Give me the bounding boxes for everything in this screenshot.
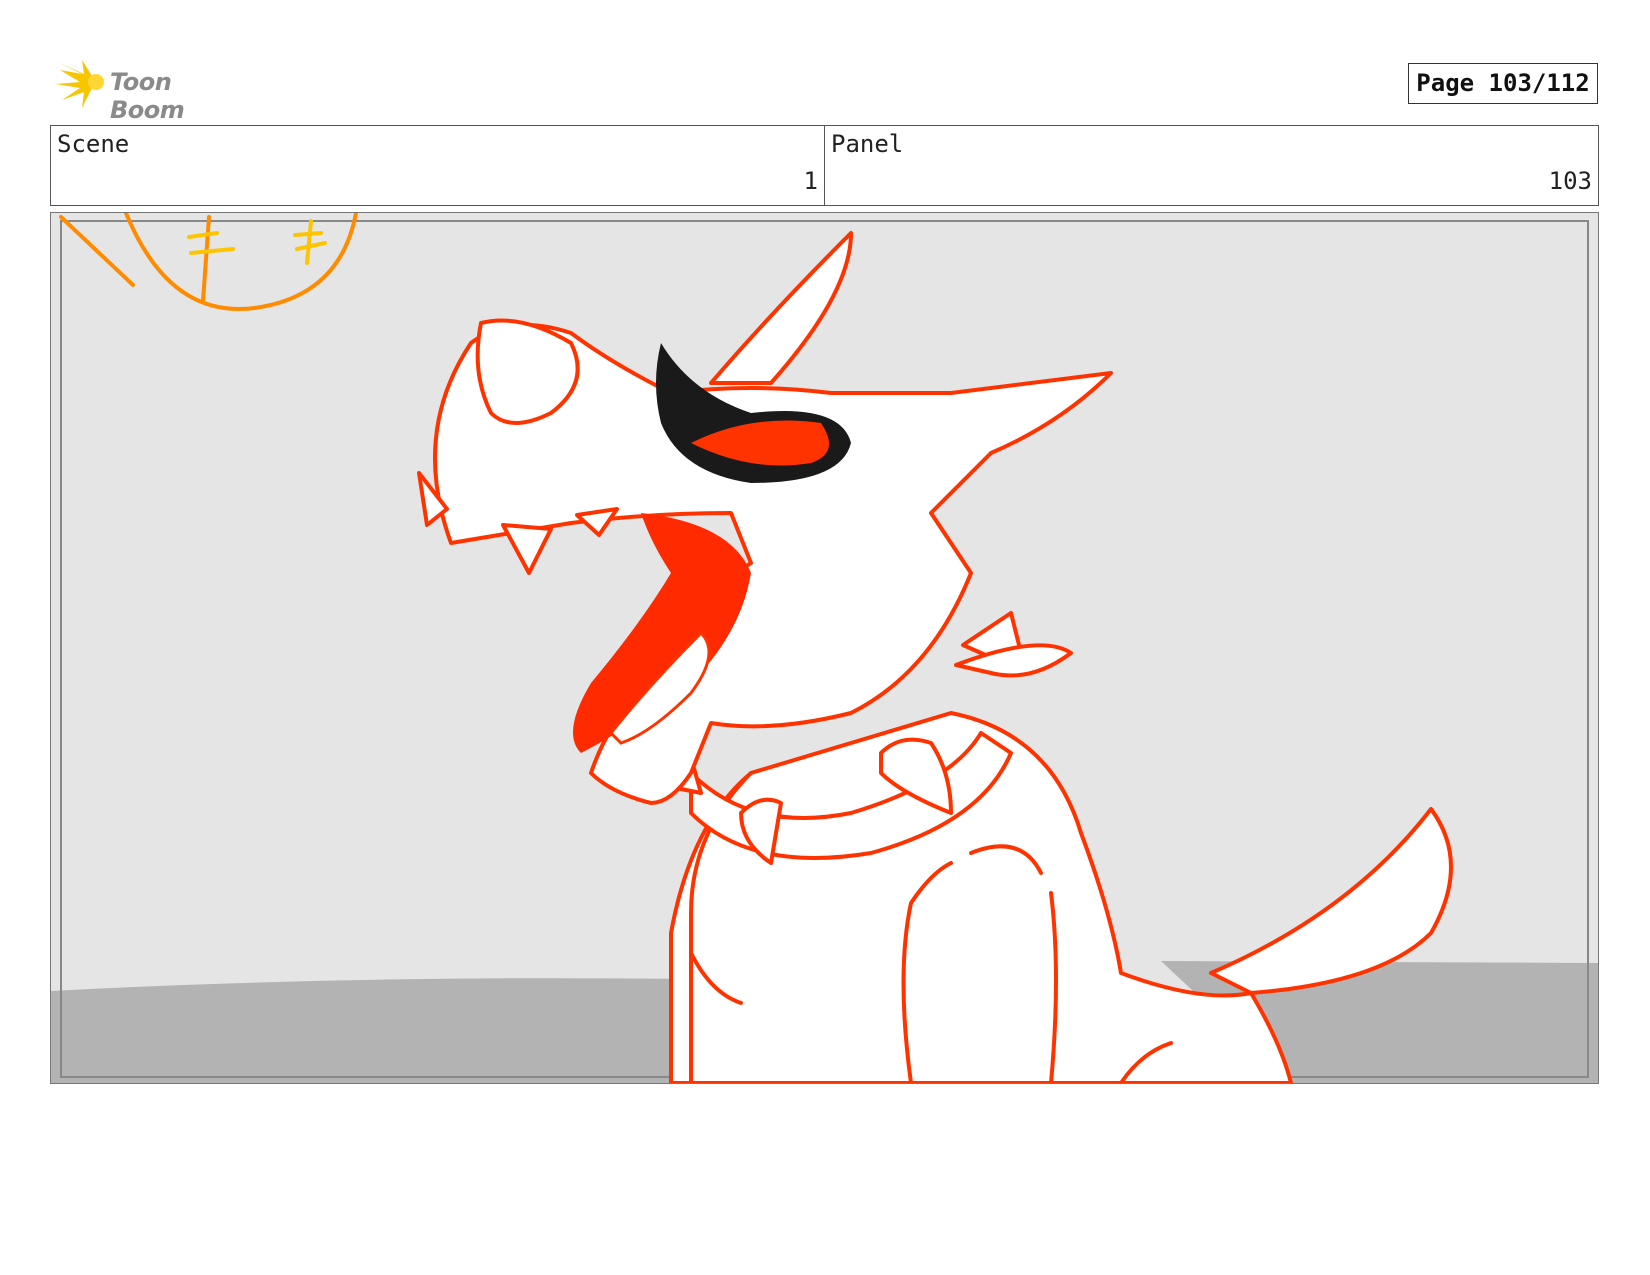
storyboard-drawing — [51, 213, 1598, 1083]
panel-number: 103 — [1548, 167, 1592, 195]
scene-panel-info: Scene 1 Panel 103 — [50, 125, 1599, 206]
scene-cell: Scene 1 — [51, 126, 824, 205]
storyboard-panel-frame — [50, 212, 1599, 1084]
scene-number: 1 — [803, 167, 818, 195]
ground-left — [51, 978, 691, 1083]
toon-boom-logo: Toon Boom — [52, 54, 252, 124]
logo-text: Toon Boom — [110, 68, 185, 124]
toon-boom-logo-icon — [56, 60, 104, 108]
panel-cell: Panel 103 — [824, 126, 1598, 205]
panel-label: Panel — [831, 130, 904, 158]
scene-label: Scene — [57, 130, 130, 158]
page-indicator: Page 103/112 — [1408, 63, 1598, 104]
